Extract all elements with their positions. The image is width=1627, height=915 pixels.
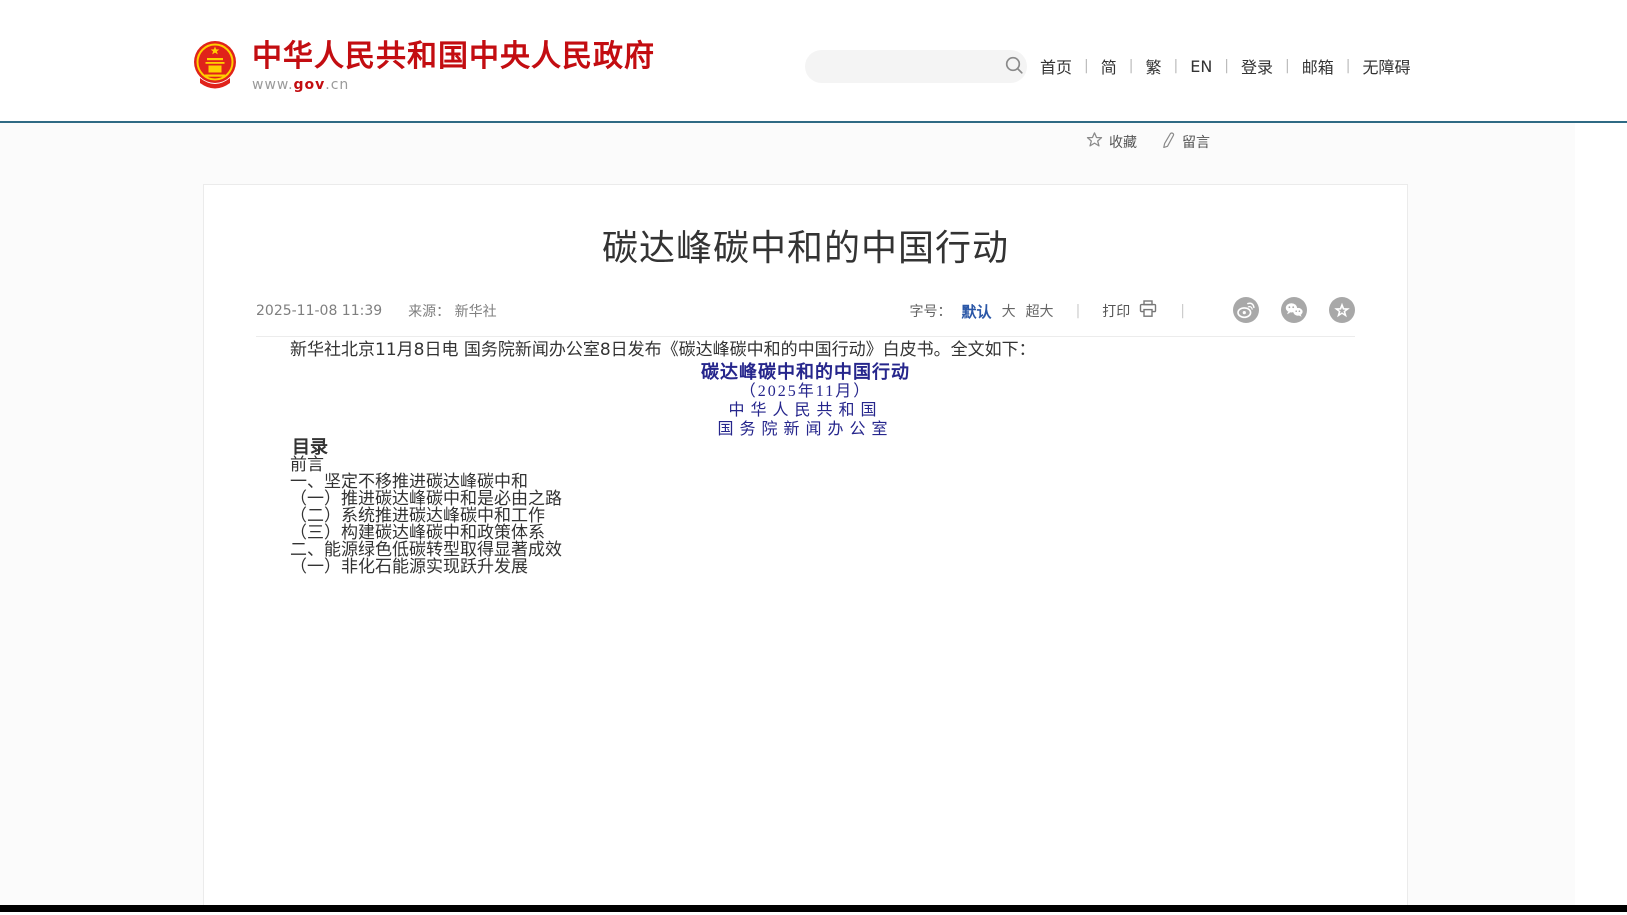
nav-item-english[interactable]: EN (1190, 57, 1212, 76)
search-icon (1004, 55, 1024, 78)
article-card: 碳达峰碳中和的中国行动 2025-11-08 11:39 来源： 新华社 字号：… (203, 184, 1408, 912)
white-paper-title: 碳达峰碳中和的中国行动 (256, 364, 1355, 382)
bottom-edge-bar (0, 905, 1627, 912)
printer-icon (1138, 300, 1158, 322)
page-title: 碳达峰碳中和的中国行动 (256, 231, 1355, 267)
print-button[interactable]: 打印 (1102, 300, 1158, 322)
site-logo[interactable]: 中华人民共和国中央人民政府 www.gov.cn (192, 38, 655, 94)
site-title: 中华人民共和国中央人民政府 (252, 40, 655, 73)
white-paper-org-line2: 国务院新闻办公室 (256, 420, 1355, 439)
article-actions: 收藏 留言 (1086, 131, 1210, 152)
article-body: 新华社北京11月8日电 国务院新闻办公室8日发布《碳达峰碳中和的中国行动》白皮书… (256, 337, 1355, 576)
site-header: 中华人民共和国中央人民政府 www.gov.cn 首页 | 简 | 繁 | EN… (0, 0, 1627, 121)
source-label: 来源： (408, 304, 450, 320)
toc-item: （一）非化石能源实现跃升发展 (256, 559, 1355, 576)
meta-separator: | (1076, 303, 1081, 319)
nav-item-mail[interactable]: 邮箱 (1302, 54, 1334, 78)
nav-item-traditional[interactable]: 繁 (1145, 54, 1161, 78)
nav-separator: | (1173, 58, 1178, 74)
comment-button[interactable]: 留言 (1161, 132, 1210, 152)
search-button[interactable] (1001, 50, 1027, 83)
nav-item-home[interactable]: 首页 (1040, 54, 1072, 78)
nav-separator: | (1129, 58, 1134, 74)
lead-paragraph: 新华社北京11月8日电 国务院新闻办公室8日发布《碳达峰碳中和的中国行动》白皮书… (256, 337, 1355, 364)
site-url: www.gov.cn (252, 77, 655, 93)
article-meta-left: 2025-11-08 11:39 来源： 新华社 (256, 301, 497, 321)
share-weibo-button[interactable] (1233, 298, 1259, 324)
nav-separator: | (1224, 58, 1229, 74)
white-paper-heading-block: 碳达峰碳中和的中国行动 （2025年11月） 中华人民共和国 国务院新闻办公室 (256, 364, 1355, 439)
qzone-star-icon (1329, 297, 1355, 326)
nav-item-login[interactable]: 登录 (1241, 54, 1273, 78)
top-nav: 首页 | 简 | 繁 | EN | 登录 | 邮箱 | 无障碍 (1040, 54, 1410, 78)
font-size-label: 字号： (910, 301, 952, 321)
print-label: 打印 (1102, 301, 1130, 321)
font-size-option-large[interactable]: 大 (1002, 301, 1016, 321)
font-size-option-default[interactable]: 默认 (962, 301, 992, 322)
white-paper-subtitle: （2025年11月） (256, 382, 1355, 401)
font-size-option-xlarge[interactable]: 超大 (1026, 301, 1054, 321)
nav-separator: | (1285, 58, 1290, 74)
nav-separator: | (1346, 58, 1351, 74)
meta-separator: | (1180, 303, 1185, 319)
nav-item-simplified[interactable]: 简 (1101, 54, 1117, 78)
article-meta-row: 2025-11-08 11:39 来源： 新华社 字号： 默认 大 超大 | 打… (256, 298, 1355, 324)
share-buttons (1233, 298, 1355, 324)
white-paper-org-line1: 中华人民共和国 (256, 401, 1355, 420)
toc-heading: 目录 (256, 439, 1355, 457)
article-meta-right: 字号： 默认 大 超大 | 打印 | (910, 298, 1355, 324)
national-emblem-icon (192, 38, 238, 94)
wechat-icon (1281, 297, 1307, 326)
nav-separator: | (1084, 58, 1089, 74)
source-value: 新华社 (455, 304, 497, 320)
article-source: 来源： 新华社 (408, 301, 496, 321)
comment-label: 留言 (1182, 132, 1210, 152)
share-wechat-button[interactable] (1281, 298, 1307, 324)
favorite-label: 收藏 (1109, 132, 1137, 152)
weibo-icon (1233, 297, 1259, 326)
nav-item-accessibility[interactable]: 无障碍 (1362, 54, 1410, 78)
share-qzone-button[interactable] (1329, 298, 1355, 324)
star-icon (1086, 131, 1103, 152)
right-gutter (1575, 123, 1627, 912)
favorite-button[interactable]: 收藏 (1086, 131, 1137, 152)
pen-icon (1161, 132, 1176, 152)
publish-date: 2025-11-08 11:39 (256, 303, 382, 319)
search-box (805, 50, 1027, 83)
search-input[interactable] (805, 50, 1001, 83)
